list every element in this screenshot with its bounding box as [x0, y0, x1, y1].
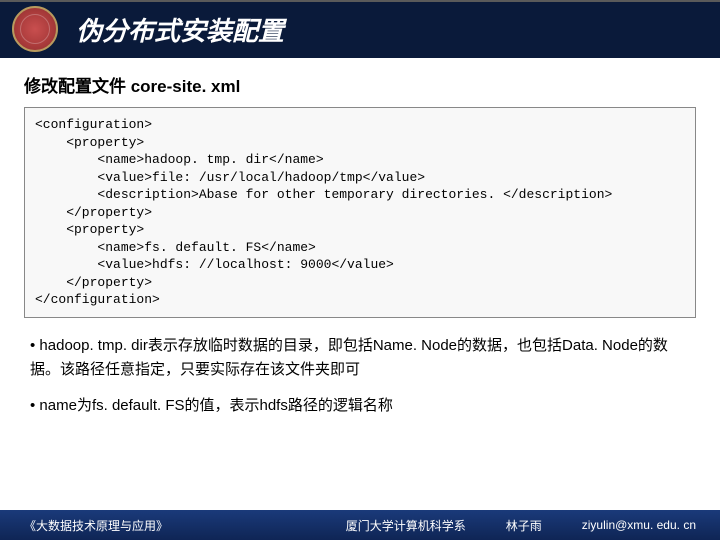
- footer-email: ziyulin@xmu. edu. cn: [582, 518, 696, 532]
- slide-header: 伪分布式安装配置: [0, 0, 720, 58]
- code-block: <configuration> <property> <name>hadoop.…: [24, 107, 696, 318]
- footer-dept: 厦门大学计算机科学系: [346, 517, 466, 534]
- bullet-2: • name为fs. default. FS的值，表示hdfs路径的逻辑名称: [30, 394, 690, 418]
- slide-title: 伪分布式安装配置: [76, 11, 284, 48]
- footer-book: 《大数据技术原理与应用》: [24, 517, 168, 534]
- slide-footer: 《大数据技术原理与应用》 厦门大学计算机科学系 林子雨 ziyulin@xmu.…: [0, 510, 720, 540]
- section-subtitle: 修改配置文件 core-site. xml: [24, 72, 696, 97]
- slide-content: 修改配置文件 core-site. xml <configuration> <p…: [0, 58, 720, 418]
- footer-author: 林子雨: [506, 517, 542, 534]
- top-trim: [0, 0, 720, 2]
- bullet-1: • hadoop. tmp. dir表示存放临时数据的目录，即包括Name. N…: [30, 334, 690, 382]
- university-logo-icon: [12, 6, 58, 52]
